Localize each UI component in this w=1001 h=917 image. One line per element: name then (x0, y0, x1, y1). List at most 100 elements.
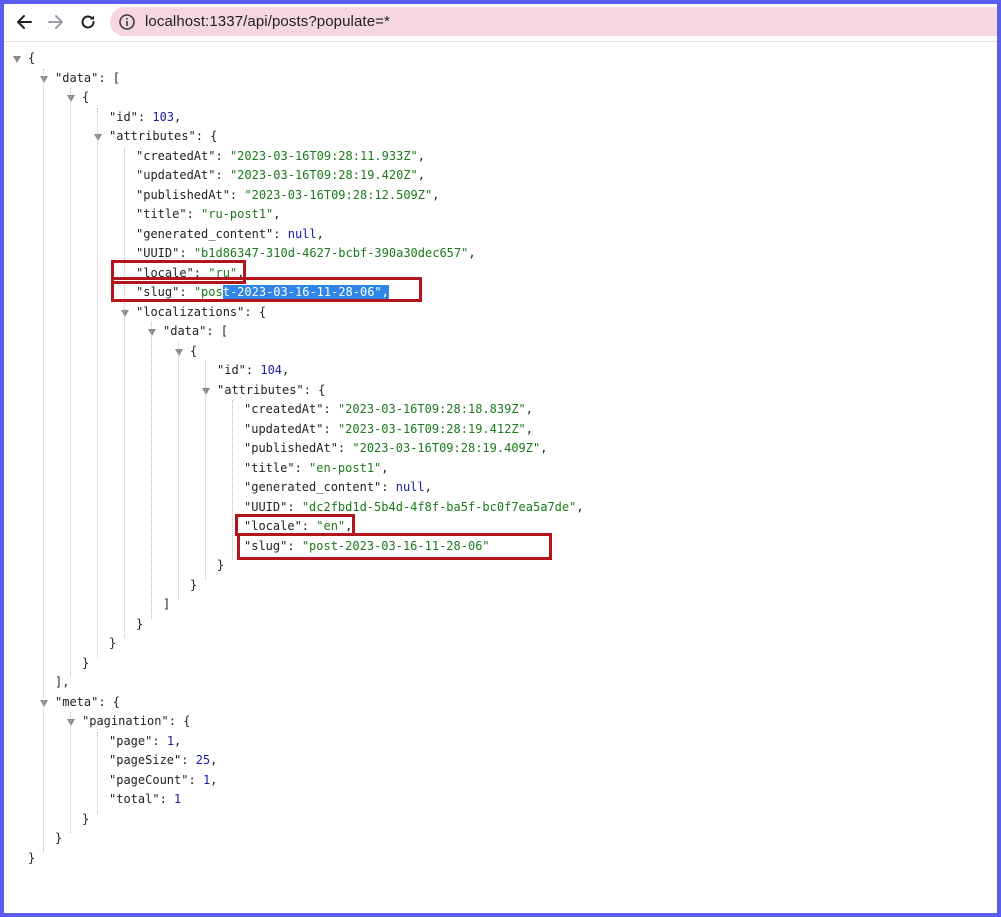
json-line-pagination: "pagination": { (82, 712, 190, 731)
json-key: "pageCount" (109, 772, 189, 787)
json-punct: } (55, 831, 63, 845)
json-key: "publishedAt" (136, 187, 230, 202)
json-punct: : (323, 402, 338, 416)
json-close: ] (163, 595, 170, 614)
json-punct: : (215, 148, 230, 163)
back-button[interactable] (12, 10, 36, 34)
json-punct: { (190, 343, 198, 358)
json-punct: } (136, 616, 144, 631)
json-punct: , (417, 148, 426, 163)
url-text[interactable]: localhost:1337/api/posts?populate=* (145, 13, 390, 30)
json-line-attribute: "createdAt": "2023-03-16T09:28:11.933Z", (136, 147, 425, 166)
json-punct: , (525, 421, 534, 436)
json-punct: , (316, 226, 324, 241)
json-key: "title" (136, 207, 187, 221)
json-punct: : (229, 187, 245, 202)
json-key: "title" (244, 460, 295, 475)
json-key: "attributes" (217, 382, 304, 397)
collapse-toggle-icon[interactable] (67, 95, 75, 102)
indent-guide (178, 341, 179, 599)
json-key: "publishedAt" (244, 441, 338, 455)
json-value: "2023-03-16T09:28:18.839Z" (337, 402, 526, 416)
collapse-toggle-icon[interactable] (202, 387, 210, 395)
json-key: "localizations" (136, 304, 245, 319)
json-line-attribute: "createdAt": "2023-03-16T09:28:18.839Z", (244, 400, 533, 419)
json-punct: : (215, 168, 230, 182)
arrow-right-icon (48, 15, 63, 29)
json-punct: : (179, 246, 194, 260)
json-punct: : (273, 226, 288, 241)
json-line-attribute: "title": "en-post1", (244, 459, 389, 478)
json-close: ], (55, 673, 69, 692)
info-circle-icon[interactable] (118, 13, 136, 31)
forward-button[interactable] (44, 10, 68, 34)
json-punct: , (381, 460, 389, 475)
json-punct: { (82, 90, 90, 104)
json-punct: , (210, 772, 218, 787)
json-punct: , (468, 246, 476, 260)
collapse-toggle-icon[interactable] (40, 75, 48, 83)
indent-guide (97, 107, 98, 658)
json-punct: } (190, 577, 198, 592)
collapse-toggle-icon[interactable] (94, 134, 102, 141)
collapse-toggle-icon[interactable] (148, 329, 156, 336)
json-root-open: { (28, 49, 35, 68)
json-line-data: "data": [ (55, 69, 120, 88)
json-value: "2023-03-16T09:28:19.409Z" (352, 441, 541, 455)
json-punct: , (432, 187, 440, 202)
reload-button[interactable] (76, 10, 100, 34)
json-line-pagination-field: "pageSize": 25, (109, 751, 217, 770)
json-close: } (82, 654, 89, 673)
json-punct: : (159, 792, 175, 806)
json-close: } (82, 810, 89, 829)
json-key: "data" (163, 324, 207, 338)
indent-guide (43, 68, 44, 853)
json-value: null (395, 480, 425, 494)
json-punct: } (217, 558, 225, 572)
json-punct: , (525, 402, 534, 416)
json-punct: } (82, 811, 90, 826)
json-root-close: } (28, 849, 35, 868)
json-line-pagination-field: "page": 1, (109, 732, 181, 751)
json-key: "generated_content" (136, 226, 274, 241)
json-punct: : (337, 441, 353, 455)
json-punct: : (294, 460, 310, 475)
json-close: } (109, 634, 116, 653)
json-punct: : { (244, 304, 267, 319)
json-line-localizations: "localizations": { (136, 303, 266, 322)
json-line-meta: "meta": { (55, 693, 120, 712)
json-punct: , (174, 733, 182, 748)
address-bar[interactable]: localhost:1337/api/posts?populate=* (110, 7, 997, 36)
json-punct: } (82, 655, 90, 670)
collapse-toggle-icon[interactable] (40, 699, 48, 707)
json-close: } (217, 556, 224, 575)
json-punct: : (152, 733, 167, 748)
json-punct: : (186, 207, 202, 221)
browser-toolbar: localhost:1337/api/posts?populate=* (4, 4, 997, 42)
json-key: "pageSize" (109, 753, 182, 767)
json-line-attributes: "attributes": { (109, 127, 217, 146)
json-value: "2023-03-16T09:28:19.412Z" (337, 421, 526, 436)
collapse-toggle-icon[interactable] (175, 348, 183, 356)
json-punct: : (287, 499, 302, 514)
json-key: "UUID" (136, 246, 180, 260)
json-punct: : (323, 421, 338, 436)
json-key: "generated_content" (244, 480, 382, 494)
json-punct: , (540, 441, 548, 455)
json-value: "2023-03-16T09:28:19.420Z" (229, 168, 418, 182)
json-line-attribute: "publishedAt": "2023-03-16T09:28:12.509Z… (136, 186, 439, 205)
json-close: } (136, 615, 143, 634)
collapse-toggle-icon[interactable] (121, 309, 129, 317)
collapse-toggle-icon[interactable] (67, 719, 75, 726)
json-key: "UUID" (244, 499, 288, 514)
json-key: "createdAt" (136, 148, 216, 163)
json-line-localizations-data: "data": [ (163, 322, 228, 341)
json-line-id: "id": 104, (217, 361, 289, 380)
indent-guide (97, 731, 98, 814)
json-line-attributes: "attributes": { (217, 381, 325, 400)
collapse-toggle-icon[interactable] (13, 56, 21, 63)
json-viewer: {"data": [{"id": 103, "attributes": {"cre… (4, 42, 997, 913)
json-key: "data" (55, 70, 99, 85)
indent-guide (205, 361, 206, 580)
json-value: 25 (195, 753, 211, 767)
